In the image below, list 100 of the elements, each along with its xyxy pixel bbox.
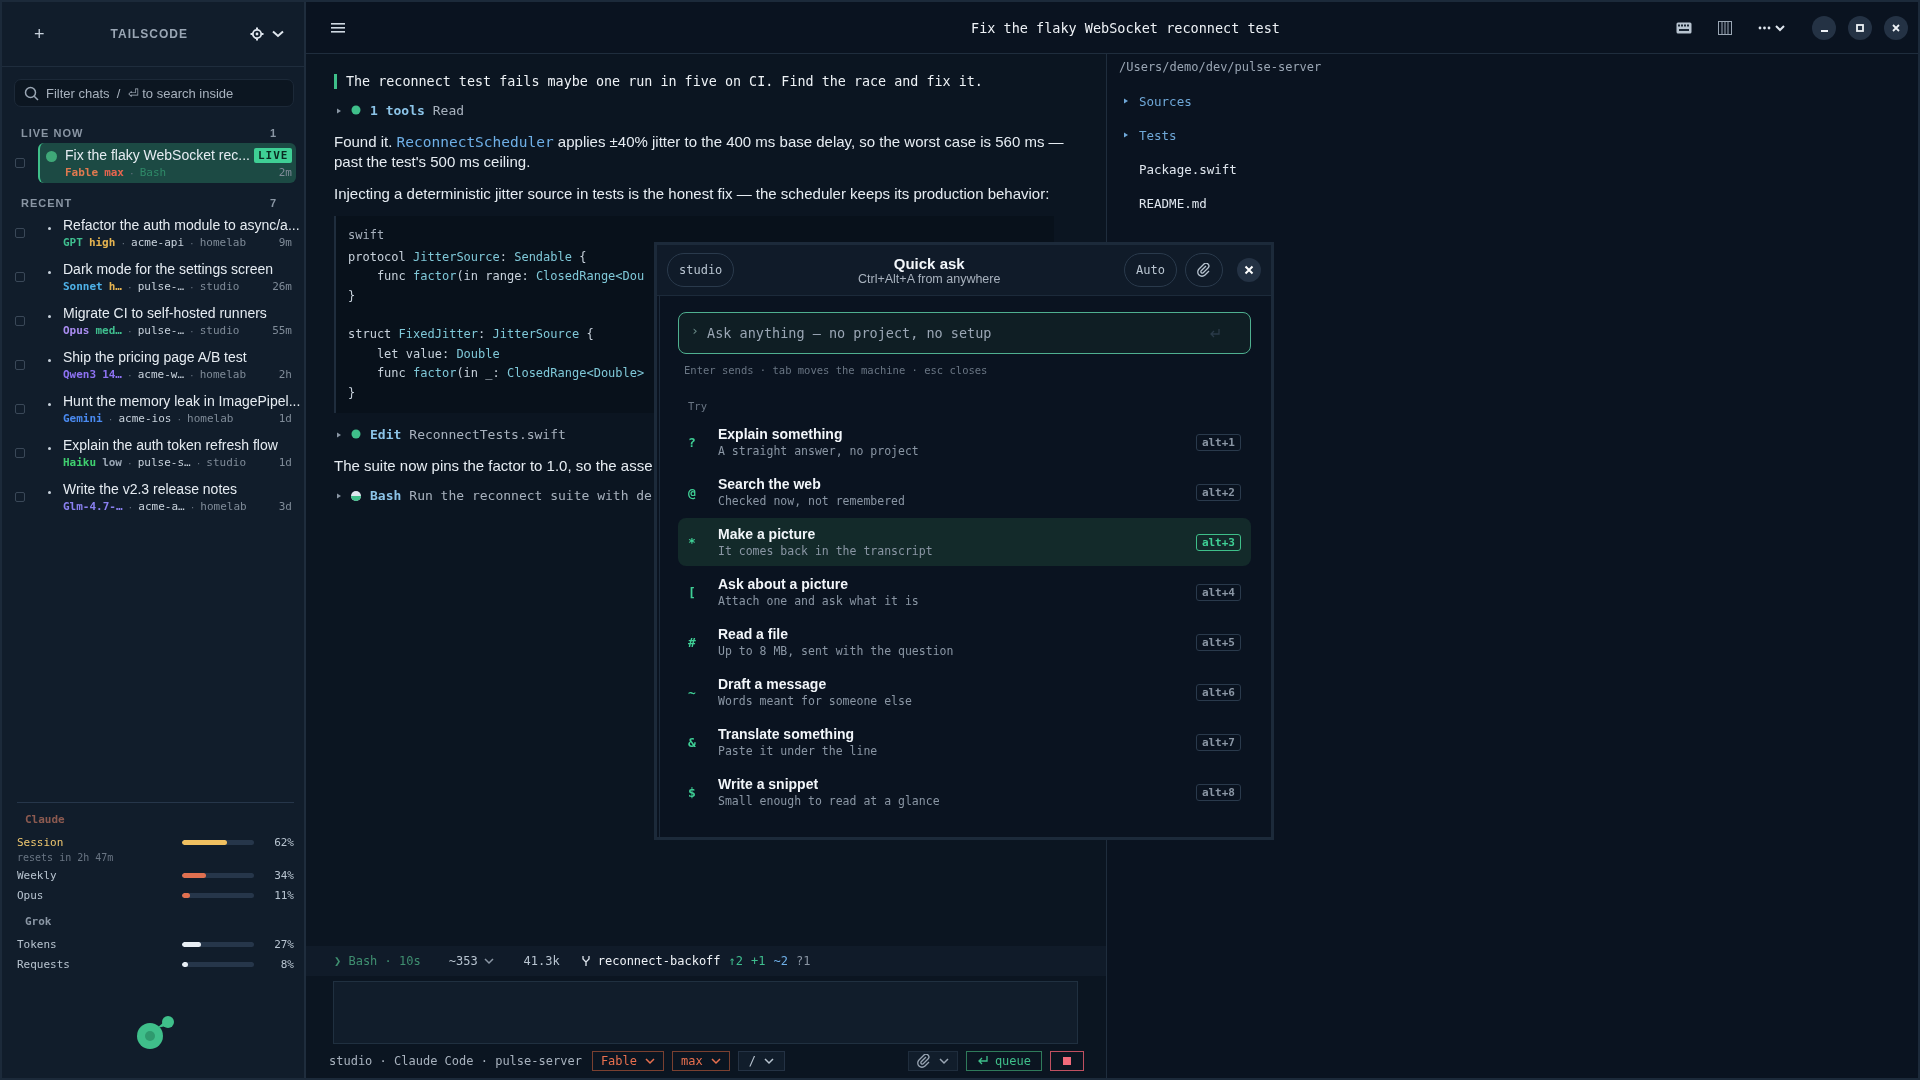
- app-title: TAILSCODE: [109, 27, 189, 41]
- machine-tag: homelab: [200, 500, 247, 513]
- section-title: RECENT: [21, 197, 73, 209]
- chat-item[interactable]: Dark mode for the settings screen Sonnet h… · pulse-… · studio 26m: [38, 257, 296, 297]
- dialog-title: Quick ask: [892, 254, 966, 272]
- project-tag: pulse-…: [137, 324, 185, 337]
- chat-time: 26m: [272, 280, 292, 293]
- chat-item[interactable]: Migrate CI to self-hosted runners Opus med… · pulse-… · studio 55m: [38, 301, 296, 341]
- chat-item[interactable]: Write the v2.3 release notes Glm-4.7-… · acme-a… · homelab 3d: [38, 477, 296, 517]
- prompt-glyph: ›: [691, 323, 699, 338]
- suggestion-item[interactable]: ~ Draft a message Words meant for someone else alt+6: [678, 668, 1251, 716]
- suggestion-item[interactable]: # Read a file Up to 8 MB, sent with the question alt+5: [678, 618, 1251, 666]
- close-icon: [1891, 22, 1901, 33]
- chat-item[interactable]: Fix the flaky WebSocket rec... LIVE Fable max · Bash 2m: [38, 143, 296, 183]
- suggestion-item[interactable]: * Make a picture It comes back in the transcript alt+3: [678, 518, 1251, 566]
- selector-dropdown[interactable]: max: [672, 1051, 730, 1071]
- folder-item[interactable]: Sources: [1119, 84, 1906, 118]
- suggestion-item[interactable]: ? Explain something A straight answer, no project alt+1: [678, 418, 1251, 466]
- separator-dot: ·: [108, 412, 113, 425]
- chevron-down-icon[interactable]: [272, 30, 284, 38]
- chat-checkbox[interactable]: [15, 272, 25, 282]
- chat-checkbox[interactable]: [15, 448, 25, 458]
- section-count: 7: [269, 197, 277, 209]
- meter-reading: 34%: [273, 868, 294, 882]
- effort-level: high: [88, 236, 116, 249]
- window-title: Fix the flaky WebSocket reconnect test: [970, 19, 1281, 36]
- more-options-icon[interactable]: [1758, 22, 1786, 33]
- minimize-button[interactable]: [1812, 15, 1836, 40]
- suggestion-item[interactable]: & Translate something Paste it under the line alt+7: [678, 718, 1251, 766]
- meter-label: Opus: [17, 888, 45, 902]
- filter-chats-field[interactable]: Filter chats / ⏎ to search inside: [14, 79, 294, 107]
- keyboard-hint: Enter sends · tab moves the machine · esc closes: [684, 364, 989, 376]
- user-prompt: The reconnect test fails maybe one run in five on CI. Find the race and fix it.: [334, 74, 1084, 89]
- folder-item[interactable]: Tests: [1119, 118, 1906, 152]
- keyboard-icon[interactable]: [1676, 21, 1692, 34]
- close-button[interactable]: [1884, 15, 1908, 40]
- columns-icon[interactable]: [1718, 20, 1732, 35]
- change-count: ~2: [773, 954, 788, 968]
- machine-tag: studio: [199, 324, 240, 337]
- file-item[interactable]: Package.swift: [1119, 152, 1906, 186]
- expand-caret-icon[interactable]: [336, 107, 342, 114]
- tool-name: Edit: [370, 427, 402, 442]
- meter-label: Tokens: [17, 937, 58, 951]
- stop-button[interactable]: [1050, 1051, 1084, 1071]
- return-arrow-icon: [976, 1055, 989, 1067]
- tool-name: 1 tools: [370, 103, 425, 118]
- maximize-button[interactable]: [1848, 15, 1872, 40]
- attach-button[interactable]: [907, 1051, 958, 1071]
- message-input[interactable]: [333, 981, 1078, 1044]
- chat-title: Migrate CI to self-hosted runners: [63, 305, 267, 321]
- suggestion-item[interactable]: $ Write a snippet Small enough to read at a glance alt+8: [678, 768, 1251, 816]
- model-name: Opus: [63, 324, 90, 337]
- model-name: GPT: [63, 236, 83, 249]
- chat-item[interactable]: Explain the auth token refresh flow Haiku low · pulse-s… · studio 1d: [38, 433, 296, 473]
- chat-checkbox[interactable]: [15, 316, 25, 326]
- shortcut-key: alt+7: [1195, 733, 1241, 751]
- meter-label: Requests: [17, 957, 71, 971]
- tool-name: Bash: [370, 488, 402, 503]
- chat-title: Refactor the auth module to async/a...: [63, 217, 300, 233]
- close-icon: [1244, 265, 1254, 275]
- expand-caret-icon[interactable]: [336, 431, 342, 438]
- suggestion-item[interactable]: [ Ask about a picture Attach one and ask what it is alt+4: [678, 568, 1251, 616]
- model-name: Gemini: [63, 412, 103, 425]
- selector-dropdown[interactable]: /: [737, 1051, 785, 1071]
- shortcut-key: alt+8: [1195, 783, 1241, 801]
- selector-dropdown[interactable]: Fable: [591, 1051, 664, 1071]
- model-name: Haiku: [63, 456, 97, 469]
- separator-dot: ·: [190, 500, 195, 513]
- maximize-icon: [1855, 22, 1865, 33]
- chat-checkbox[interactable]: [15, 492, 25, 502]
- chat-checkbox[interactable]: [15, 158, 25, 168]
- separator-dot: ·: [128, 324, 132, 337]
- file-item[interactable]: README.md: [1119, 186, 1906, 220]
- chat-checkbox[interactable]: [15, 228, 25, 238]
- chat-item[interactable]: Ship the pricing page A/B test Qwen3 14… · acme-w… · homelab 2h: [38, 345, 296, 385]
- return-arrow-icon: [1209, 328, 1221, 338]
- project-tag: acme-a…: [138, 500, 185, 513]
- branch-icon: [581, 956, 590, 966]
- effort-level: max: [104, 166, 124, 179]
- close-button[interactable]: [1237, 258, 1261, 282]
- chat-time: 2m: [278, 166, 292, 179]
- reset-note: resets in 2h 47m: [17, 852, 115, 863]
- new-chat-button[interactable]: +: [30, 23, 49, 45]
- separator-dot: ·: [128, 280, 132, 293]
- queue-button[interactable]: queue: [965, 1051, 1042, 1071]
- chat-checkbox[interactable]: [15, 404, 25, 414]
- separator-dot: ·: [190, 236, 194, 249]
- activity-status: ❯ Bash · 10s: [334, 954, 421, 968]
- chat-time: 55m: [272, 324, 292, 337]
- chat-checkbox[interactable]: [15, 360, 25, 370]
- menu-icon[interactable]: [331, 21, 345, 34]
- expand-caret-icon[interactable]: [336, 492, 342, 499]
- live-badge: LIVE: [253, 147, 293, 163]
- settings-icon[interactable]: [250, 27, 264, 41]
- suggestion-item[interactable]: @ Search the web Checked now, not remembered alt+2: [678, 468, 1251, 516]
- change-count: ↑2: [728, 954, 743, 968]
- line-count-dropdown[interactable]: ~353: [448, 954, 494, 968]
- separator-dot: ·: [196, 456, 201, 469]
- separator-dot: ·: [128, 500, 133, 513]
- token-count: 41.3k: [523, 954, 560, 968]
